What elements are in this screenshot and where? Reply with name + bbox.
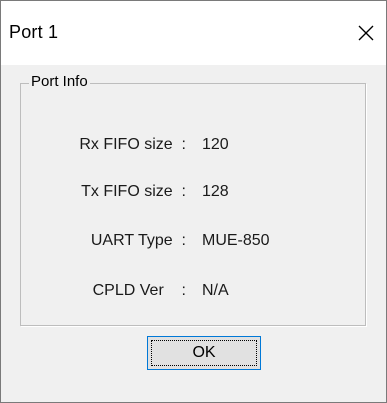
close-icon: [358, 25, 374, 41]
close-button[interactable]: [346, 13, 386, 53]
title-bar: Port 1: [1, 1, 386, 65]
window-title: Port 1: [9, 22, 59, 42]
uart-type-label: UART Type :: [90, 232, 186, 249]
tx-fifo-value: 128: [202, 183, 229, 200]
rx-fifo-value: 120: [202, 136, 229, 153]
port-info-legend: Port Info: [29, 73, 90, 91]
ok-button[interactable]: OK: [147, 336, 261, 370]
rx-fifo-label: Rx FIFO size :: [79, 136, 186, 153]
tx-fifo-label: Tx FIFO size :: [81, 183, 186, 200]
port-dialog: Port 1 Port Info Rx FIFO size : 120 Tx F…: [0, 0, 387, 403]
cpld-ver-value: N/A: [202, 282, 229, 299]
cpld-ver-label: CPLD Ver :: [92, 282, 186, 299]
uart-type-value: MUE-850: [202, 232, 270, 249]
